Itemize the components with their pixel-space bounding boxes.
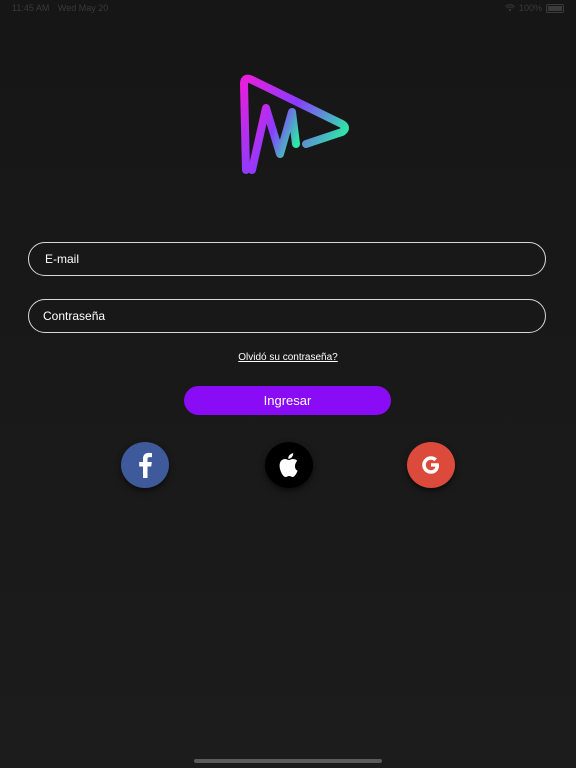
home-indicator[interactable] [194,759,382,763]
apple-login-button[interactable] [265,442,313,488]
password-input[interactable] [29,300,545,332]
battery-percentage: 100% [518,3,542,13]
email-field[interactable] [28,242,546,276]
wifi-icon [505,4,515,12]
status-bar: 11:45 AM Wed May 20 100% [0,0,576,18]
facebook-icon [139,452,152,478]
status-time: 11:45 AM [12,3,50,13]
app-logo-m-play-icon [240,74,349,174]
status-date: Wed May 20 [57,3,109,13]
facebook-login-button[interactable] [121,442,169,488]
login-button[interactable]: Ingresar [184,386,391,415]
password-field[interactable] [28,299,546,333]
apple-icon [279,453,298,477]
battery-icon [546,3,564,13]
google-icon [422,456,439,474]
forgot-password-link[interactable]: Olvidó su contraseña? [0,352,576,363]
login-screen: 11:45 AM Wed May 20 100% Ol [0,0,576,768]
google-login-button[interactable] [407,442,455,488]
status-bar-right: 100% [505,3,564,13]
status-bar-left: 11:45 AM Wed May 20 [12,3,114,13]
email-input[interactable] [29,243,545,275]
